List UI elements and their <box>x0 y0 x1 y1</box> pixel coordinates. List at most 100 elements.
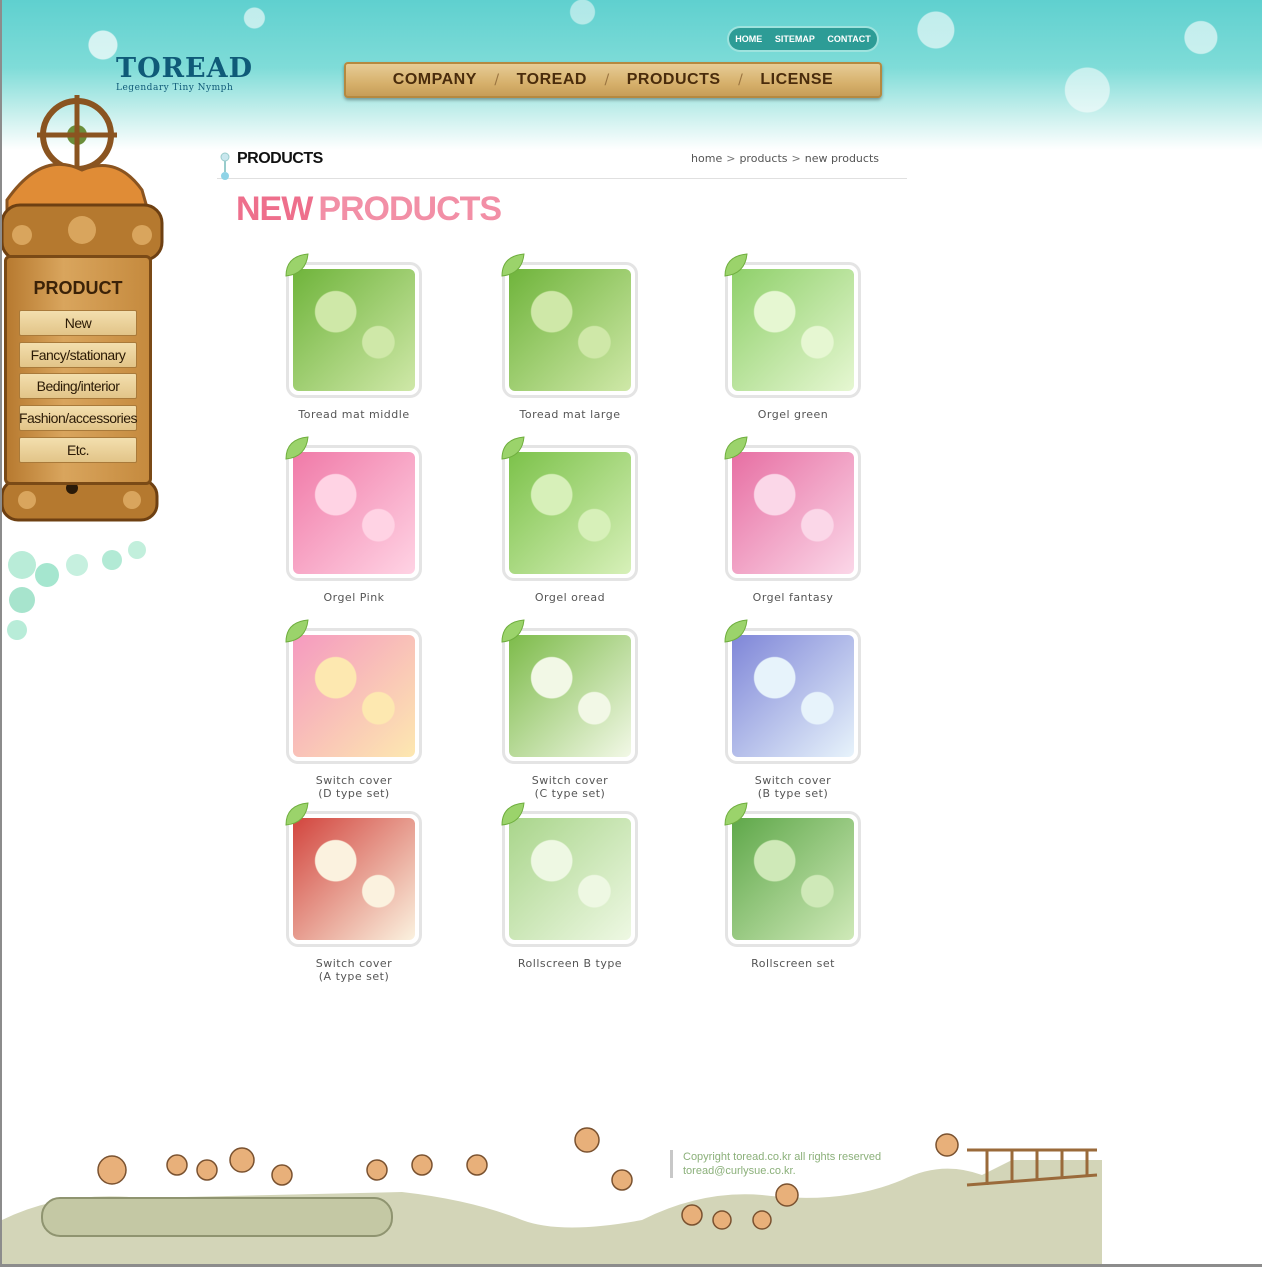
product-sidebar: PRODUCT New Fancy/stationary Beding/inte… <box>4 255 152 485</box>
product-thumbnail[interactable] <box>286 811 422 947</box>
product-thumbnail[interactable] <box>286 445 422 581</box>
breadcrumb-home[interactable]: home <box>691 152 722 165</box>
product-label[interactable]: Switch cover (C type set) <box>462 774 678 800</box>
product-subname: (C type set) <box>534 787 606 800</box>
section-title: PRODUCTS <box>237 150 323 167</box>
product-label[interactable]: Rollscreen set <box>685 957 901 970</box>
heading-word-new: NEW <box>236 190 313 228</box>
product-thumbnail[interactable] <box>725 811 861 947</box>
product-name: Switch cover <box>315 774 393 787</box>
product-name: Switch cover <box>315 957 393 970</box>
sidebar-item-fashion-accessories[interactable]: Fashion/accessories <box>19 405 138 431</box>
roof-art <box>2 162 164 262</box>
util-contact-link[interactable]: CONTACT <box>827 34 870 44</box>
product-label[interactable]: Toread mat large <box>462 408 678 421</box>
leaf-icon <box>285 436 309 460</box>
leaf-icon <box>501 436 525 460</box>
product-image <box>732 635 854 757</box>
product-name: Switch cover <box>531 774 609 787</box>
nav-separator: / <box>494 72 500 88</box>
product-label[interactable]: Rollscreen B type <box>462 957 678 970</box>
product-image <box>509 269 631 391</box>
product-card[interactable]: Switch cover (D type set) <box>226 619 426 800</box>
product-card[interactable]: Orgel fantasy <box>665 436 865 615</box>
leaf-icon <box>724 802 748 826</box>
product-subname: (A type set) <box>318 970 390 983</box>
util-home-link[interactable]: HOME <box>735 34 762 44</box>
product-label[interactable]: Toread mat middle <box>246 408 462 421</box>
sidebar-item-beding-interior[interactable]: Beding/interior <box>19 373 137 399</box>
product-image <box>509 635 631 757</box>
product-image <box>293 818 415 940</box>
site-logo[interactable]: TOREAD Legendary Tiny Nymph <box>116 53 253 97</box>
sidebar-item-fancy-stationary[interactable]: Fancy/stationary <box>19 342 137 368</box>
product-card[interactable]: Switch cover (C type set) <box>442 619 642 800</box>
product-card[interactable]: Switch cover (B type set) <box>665 619 865 800</box>
leaf-icon <box>285 253 309 277</box>
product-card[interactable]: Orgel green <box>665 253 865 432</box>
product-image <box>732 452 854 574</box>
leaf-icon <box>285 802 309 826</box>
leaf-icon <box>501 253 525 277</box>
product-name: Orgel oread <box>534 591 606 604</box>
product-image <box>509 452 631 574</box>
nav-company[interactable]: COMPANY <box>393 71 477 89</box>
product-thumbnail[interactable] <box>502 628 638 764</box>
product-card[interactable]: Toread mat middle <box>226 253 426 432</box>
nav-products[interactable]: PRODUCTS <box>627 71 721 89</box>
product-name: Rollscreen B type <box>517 957 623 970</box>
product-card[interactable]: Orgel Pink <box>226 436 426 615</box>
breadcrumb: home > products > new products <box>691 152 879 165</box>
sidebar-item-new[interactable]: New <box>19 310 137 336</box>
product-card[interactable]: Rollscreen B type <box>442 802 642 981</box>
product-thumbnail[interactable] <box>725 262 861 398</box>
tree-leaves-art <box>7 541 146 640</box>
nav-separator: / <box>604 72 610 88</box>
leaf-icon <box>724 619 748 643</box>
product-name: Switch cover <box>754 774 832 787</box>
product-thumbnail[interactable] <box>725 628 861 764</box>
product-card[interactable]: Toread mat large <box>442 253 642 432</box>
product-thumbnail[interactable] <box>502 262 638 398</box>
product-label[interactable]: Orgel Pink <box>246 591 462 604</box>
product-label[interactable]: Switch cover (B type set) <box>685 774 901 800</box>
product-thumbnail[interactable] <box>725 445 861 581</box>
util-sitemap-link[interactable]: SITEMAP <box>775 34 815 44</box>
nav-separator: / <box>738 72 743 88</box>
main-nav: COMPANY / TOREAD / PRODUCTS / LICENSE <box>344 62 882 98</box>
product-name: Rollscreen set <box>751 957 835 970</box>
product-label[interactable]: Orgel green <box>685 408 901 421</box>
product-thumbnail[interactable] <box>286 262 422 398</box>
footer-illustration <box>2 1127 1102 1267</box>
nav-license[interactable]: LICENSE <box>760 71 833 89</box>
leaf-icon <box>724 436 748 460</box>
logo-name: TOREAD <box>116 53 253 84</box>
product-name: Orgel Pink <box>323 591 385 604</box>
product-image <box>293 635 415 757</box>
pin-icon <box>220 152 230 180</box>
product-image <box>732 818 854 940</box>
logo-tagline: Legendary Tiny Nymph <box>116 83 234 93</box>
product-image <box>509 818 631 940</box>
product-image <box>293 452 415 574</box>
product-thumbnail[interactable] <box>502 811 638 947</box>
copyright-text: Copyright toread.co.kr all rights reserv… <box>683 1151 882 1163</box>
sidebar-item-etc[interactable]: Etc. <box>19 437 137 463</box>
product-thumbnail[interactable] <box>286 628 422 764</box>
contact-email-link[interactable]: toread@curlysue.co.kr. <box>683 1165 796 1177</box>
breadcrumb-products[interactable]: products <box>739 152 787 165</box>
product-label[interactable]: Orgel fantasy <box>685 591 901 604</box>
nav-toread[interactable]: TOREAD <box>517 71 587 89</box>
product-image <box>293 269 415 391</box>
footer-copyright: Copyright toread.co.kr all rights reserv… <box>670 1150 881 1178</box>
product-label[interactable]: Switch cover (A type set) <box>246 957 462 983</box>
product-thumbnail[interactable] <box>502 445 638 581</box>
breadcrumb-current: new products <box>804 152 879 165</box>
product-label[interactable]: Orgel oread <box>462 591 678 604</box>
chevron-right-icon: > <box>791 152 801 165</box>
product-card[interactable]: Rollscreen set <box>665 802 865 981</box>
product-card[interactable]: Orgel oread <box>442 436 642 615</box>
product-card[interactable]: Switch cover (A type set) <box>226 802 426 983</box>
product-label[interactable]: Switch cover (D type set) <box>246 774 462 800</box>
leaf-icon <box>724 253 748 277</box>
